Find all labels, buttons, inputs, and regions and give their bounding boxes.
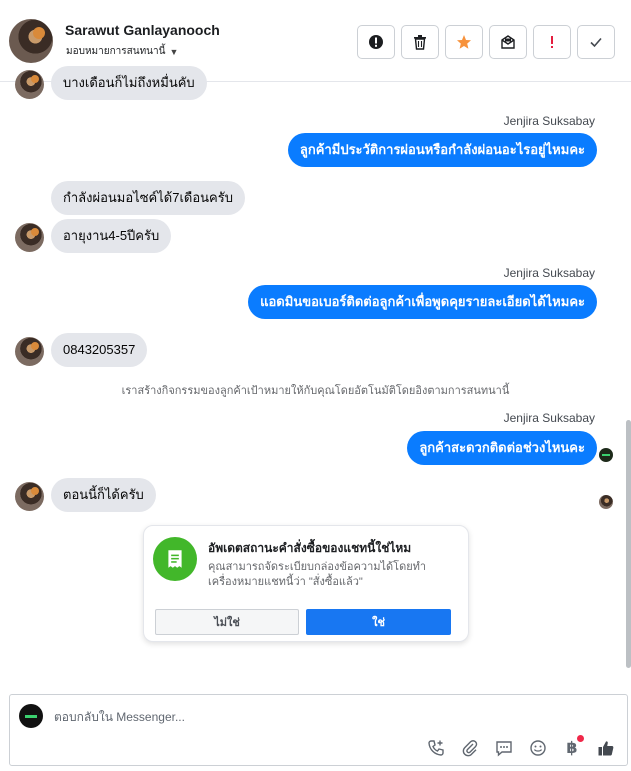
order-status-prompt: อัพเดตสถานะคำสั่งซื้อของแชทนี้ใช่ไหม คุณ… — [143, 525, 469, 642]
caret-down-icon: ▼ — [169, 46, 179, 57]
reply-input[interactable] — [54, 707, 474, 727]
composer-actions: ฿ — [425, 735, 617, 759]
yes-button[interactable]: ใช่ — [306, 609, 451, 635]
outgoing-message[interactable]: ลูกค้าสะดวกติดต่อช่วงไหนคะ — [407, 431, 597, 465]
contact-avatar-small — [15, 70, 44, 99]
follow-up-button[interactable] — [533, 25, 571, 59]
smiley-icon[interactable] — [527, 737, 549, 759]
thumbs-up-icon[interactable] — [595, 737, 617, 759]
incoming-message[interactable]: 0843205357 — [51, 333, 148, 367]
notification-dot — [577, 735, 584, 742]
seen-indicator-icon — [599, 448, 613, 462]
star-button[interactable] — [445, 25, 483, 59]
paperclip-icon[interactable] — [459, 737, 481, 759]
contact-avatar-small — [15, 337, 44, 366]
conversation-toolbar — [357, 25, 615, 59]
outgoing-message[interactable]: แอดมินขอเบอร์ติดต่อลูกค้าเพื่อพูดคุยรายล… — [248, 285, 597, 319]
exclamation-icon — [551, 36, 553, 48]
system-notice: เราสร้างกิจกรรมของลูกค้าเป้าหมายให้กับคุ… — [121, 385, 510, 397]
mark-unread-button[interactable] — [489, 25, 527, 59]
sender-name: Jenjira Suksabay — [503, 411, 595, 425]
phone-add-icon[interactable] — [425, 737, 447, 759]
assign-conversation-dropdown[interactable]: มอบหมายการสนทนานี้ ▼ — [66, 44, 178, 59]
incoming-message[interactable]: อายุงาน4-5ปีครับ — [51, 219, 172, 253]
spam-button[interactable] — [357, 25, 395, 59]
contact-avatar[interactable] — [9, 19, 53, 63]
chat-bubble-icon[interactable] — [493, 737, 515, 759]
baht-icon[interactable]: ฿ — [561, 735, 584, 759]
card-description: คุณสามารถจัดระเบียบกล่องข้อความได้โดยทำเ… — [208, 561, 427, 588]
contact-avatar-small — [15, 223, 44, 252]
check-icon — [590, 37, 602, 48]
assign-label: มอบหมายการสนทนานี้ — [66, 46, 166, 57]
incoming-message[interactable]: บางเดือนก็ไม่ถึงหมื่นคับ — [51, 66, 207, 100]
sender-name: Jenjira Suksabay — [503, 114, 595, 128]
receipt-icon — [153, 537, 197, 581]
alert-circle-icon — [369, 35, 383, 49]
trash-icon — [414, 35, 426, 50]
reply-composer: ฿ — [9, 694, 628, 766]
card-title: อัพเดตสถานะคำสั่งซื้อของแชทนี้ใช่ไหม — [208, 541, 412, 555]
page-avatar — [19, 704, 43, 728]
incoming-message[interactable]: ตอนนี้ก็ได้ครับ — [51, 478, 156, 512]
done-button[interactable] — [577, 25, 615, 59]
no-button[interactable]: ไม่ใช่ — [155, 609, 299, 635]
delete-button[interactable] — [401, 25, 439, 59]
envelope-icon — [501, 35, 515, 49]
currency-symbol: ฿ — [566, 740, 578, 757]
incoming-message[interactable]: กำลังผ่อนมอไซค์ได้7เดือนครับ — [51, 181, 245, 215]
star-icon — [457, 35, 471, 49]
message-scrollbar[interactable] — [626, 420, 631, 668]
read-receipt-avatar-icon — [599, 495, 613, 509]
contact-name[interactable]: Sarawut Ganlayanooch — [65, 22, 220, 38]
outgoing-message[interactable]: ลูกค้ามีประวัติการผ่อนหรือกำลังผ่อนอะไรอ… — [287, 133, 597, 167]
contact-avatar-small — [15, 482, 44, 511]
sender-name: Jenjira Suksabay — [503, 266, 595, 280]
